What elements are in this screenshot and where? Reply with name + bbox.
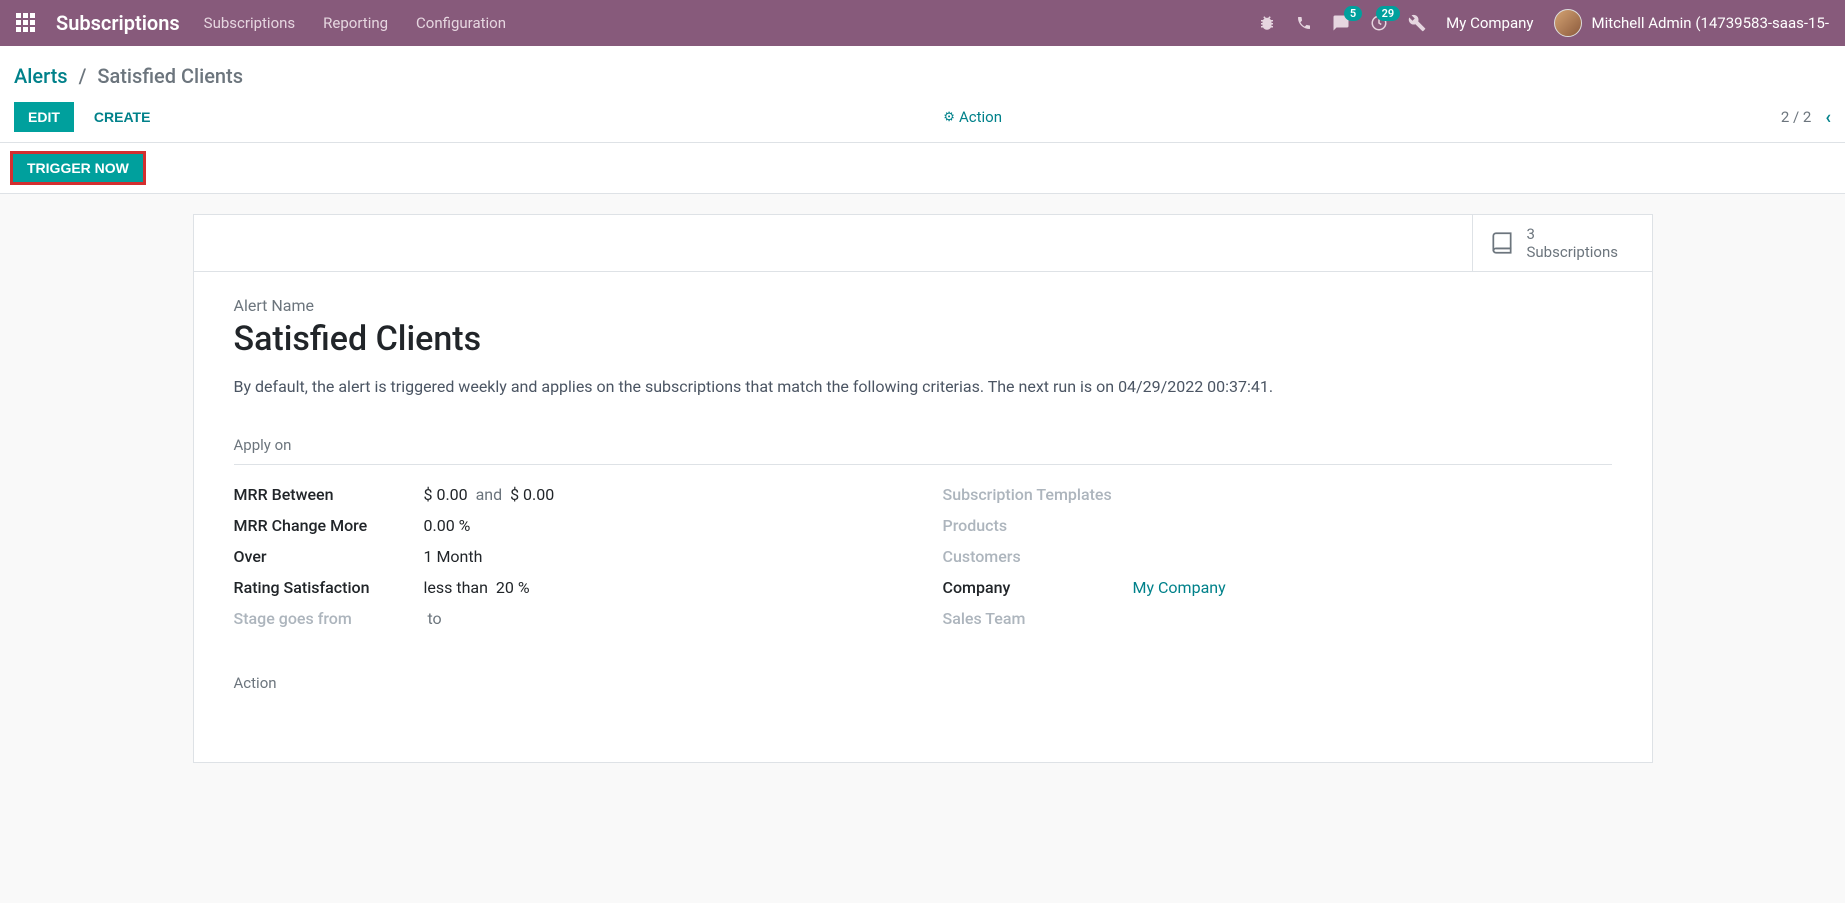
action-label: Action bbox=[959, 108, 1002, 126]
breadcrumb-sep: / bbox=[79, 64, 87, 88]
chat-badge: 5 bbox=[1344, 6, 1362, 21]
gear-icon: ⚙ bbox=[943, 110, 955, 125]
company-value[interactable]: My Company bbox=[1133, 578, 1226, 597]
top-navbar: Subscriptions Subscriptions Reporting Co… bbox=[0, 0, 1845, 46]
mrr-between-label: MRR Between bbox=[234, 485, 424, 504]
over-label: Over bbox=[234, 547, 424, 566]
subscriptions-stat-button[interactable]: 3 Subscriptions bbox=[1472, 215, 1652, 271]
form-sheet: 3 Subscriptions Alert Name Satisfied Cli… bbox=[193, 214, 1653, 763]
sales-team-label: Sales Team bbox=[943, 609, 1133, 628]
create-button[interactable]: CREATE bbox=[80, 102, 165, 132]
book-icon bbox=[1489, 230, 1515, 256]
pager: 2 / 2 ‹ bbox=[1781, 107, 1831, 128]
action-dropdown[interactable]: ⚙ Action bbox=[943, 108, 1002, 126]
mrr-between-value: $ 0.00 and $ 0.00 bbox=[424, 485, 555, 504]
stat-count: 3 bbox=[1527, 225, 1618, 243]
tools-icon[interactable] bbox=[1408, 14, 1426, 32]
chat-icon[interactable]: 5 bbox=[1332, 14, 1350, 32]
nav-subscriptions[interactable]: Subscriptions bbox=[204, 14, 295, 32]
user-menu[interactable]: Mitchell Admin (14739583-saas-15- bbox=[1554, 9, 1829, 37]
alert-title: Satisfied Clients bbox=[234, 319, 1612, 359]
left-column: MRR Between $ 0.00 and $ 0.00 MRR Change… bbox=[234, 479, 903, 634]
over-value: 1 Month bbox=[424, 547, 483, 566]
mrr-change-label: MRR Change More bbox=[234, 516, 424, 535]
company-label: Company bbox=[943, 578, 1133, 597]
pager-count[interactable]: 2 / 2 bbox=[1781, 108, 1812, 126]
nav-configuration[interactable]: Configuration bbox=[416, 14, 506, 32]
stage-label: Stage goes from bbox=[234, 609, 424, 628]
breadcrumb-parent[interactable]: Alerts bbox=[14, 64, 68, 88]
alert-description: By default, the alert is triggered weekl… bbox=[234, 377, 1612, 396]
stat-label: Subscriptions bbox=[1527, 243, 1618, 261]
company-selector[interactable]: My Company bbox=[1446, 14, 1533, 32]
mrr-change-value: 0.00 % bbox=[424, 516, 471, 535]
templates-label: Subscription Templates bbox=[943, 485, 1112, 504]
systray: 5 29 My Company Mitchell Admin (14739583… bbox=[1258, 9, 1829, 37]
control-panel: Alerts / Satisfied Clients EDIT CREATE ⚙… bbox=[0, 46, 1845, 142]
alert-name-label: Alert Name bbox=[234, 296, 1612, 315]
stage-value: to bbox=[424, 609, 442, 628]
bug-icon[interactable] bbox=[1258, 14, 1276, 32]
statusbar: TRIGGER NOW bbox=[0, 142, 1845, 194]
nav-reporting[interactable]: Reporting bbox=[323, 14, 388, 32]
edit-button[interactable]: EDIT bbox=[14, 102, 74, 132]
avatar bbox=[1554, 9, 1582, 37]
right-column: Subscription Templates Products Customer… bbox=[943, 479, 1612, 634]
action-section: Action bbox=[234, 674, 1612, 692]
clock-icon[interactable]: 29 bbox=[1370, 14, 1388, 32]
apply-on-section: Apply on bbox=[234, 436, 1612, 454]
rating-value: less than 20 % bbox=[424, 578, 530, 597]
user-name: Mitchell Admin (14739583-saas-15- bbox=[1592, 14, 1829, 32]
customers-label: Customers bbox=[943, 547, 1133, 566]
nav-menu: Subscriptions Reporting Configuration bbox=[204, 14, 506, 32]
brand-title[interactable]: Subscriptions bbox=[56, 11, 180, 35]
pager-prev-icon[interactable]: ‹ bbox=[1825, 107, 1831, 128]
phone-icon[interactable] bbox=[1296, 15, 1312, 31]
rating-label: Rating Satisfaction bbox=[234, 578, 424, 597]
trigger-now-button[interactable]: TRIGGER NOW bbox=[10, 151, 146, 185]
breadcrumb: Alerts / Satisfied Clients bbox=[14, 64, 1831, 88]
products-label: Products bbox=[943, 516, 1133, 535]
breadcrumb-current: Satisfied Clients bbox=[97, 64, 243, 88]
clock-badge: 29 bbox=[1376, 6, 1401, 21]
section-divider bbox=[234, 464, 1612, 465]
apps-icon[interactable] bbox=[16, 13, 36, 33]
